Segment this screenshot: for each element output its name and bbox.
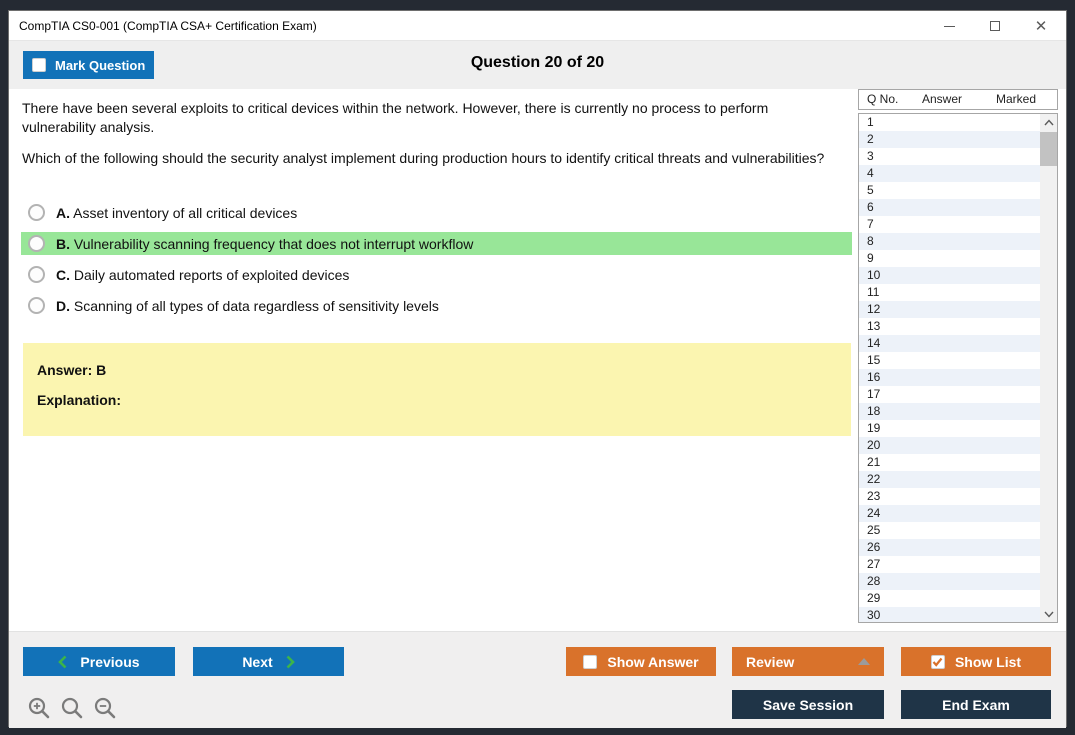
end-exam-label: End Exam <box>942 696 1010 713</box>
table-row[interactable]: 23 <box>859 488 1040 505</box>
table-row[interactable]: 20 <box>859 437 1040 454</box>
table-row[interactable]: 26 <box>859 539 1040 556</box>
option-text: B. Vulnerability scanning frequency that… <box>56 235 474 252</box>
table-row[interactable]: 3 <box>859 148 1040 165</box>
table-row[interactable]: 22 <box>859 471 1040 488</box>
header-bar: Mark Question Question 20 of 20 <box>9 41 1066 89</box>
answer-label: Answer: B <box>37 362 107 378</box>
table-row[interactable]: 2 <box>859 131 1040 148</box>
table-row[interactable]: 10 <box>859 267 1040 284</box>
mark-question-button[interactable]: Mark Question <box>23 51 154 79</box>
question-paragraph: Which of the following should the securi… <box>22 150 825 166</box>
show-answer-checkbox[interactable] <box>583 654 598 669</box>
review-button[interactable]: Review <box>732 647 884 676</box>
table-row[interactable]: 7 <box>859 216 1040 233</box>
question-counter: Question 20 of 20 <box>470 54 605 71</box>
previous-label: Previous <box>80 653 140 670</box>
table-row[interactable]: 24 <box>859 505 1040 522</box>
table-row[interactable]: 18 <box>859 403 1040 420</box>
question-list-scrollbar[interactable] <box>1040 114 1057 622</box>
chevron-left-icon <box>58 655 67 668</box>
save-session-button[interactable]: Save Session <box>732 690 884 719</box>
table-row[interactable]: 11 <box>859 284 1040 301</box>
next-button[interactable]: Next <box>193 647 344 676</box>
question-text: There have been several exploits to crit… <box>22 99 827 180</box>
answer-option-c[interactable]: C. Daily automated reports of exploited … <box>21 263 852 286</box>
table-row[interactable]: 5 <box>859 182 1040 199</box>
zoom-tools <box>27 696 117 720</box>
mark-question-label: Mark Question <box>55 57 146 73</box>
table-row[interactable]: 13 <box>859 318 1040 335</box>
show-list-label: Show List <box>954 653 1022 670</box>
show-answer-label: Show Answer <box>607 653 699 670</box>
radio-button[interactable] <box>28 235 45 252</box>
mark-question-checkbox[interactable] <box>32 58 46 72</box>
answer-option-a[interactable]: A. Asset inventory of all critical devic… <box>21 201 852 224</box>
table-row[interactable]: 27 <box>859 556 1040 573</box>
column-header-marked: Marked <box>996 92 1037 106</box>
show-list-checkbox[interactable] <box>930 654 945 669</box>
option-text: A. Asset inventory of all critical devic… <box>56 204 298 221</box>
show-list-button[interactable]: Show List <box>901 647 1051 676</box>
scroll-down-icon[interactable] <box>1040 606 1057 622</box>
end-exam-button[interactable]: End Exam <box>901 690 1051 719</box>
table-row[interactable]: 21 <box>859 454 1040 471</box>
scroll-up-icon[interactable] <box>1040 114 1057 130</box>
show-answer-button[interactable]: Show Answer <box>566 647 716 676</box>
table-row[interactable]: 29 <box>859 590 1040 607</box>
table-row[interactable]: 15 <box>859 352 1040 369</box>
question-list-panel: Q No. Answer Marked 1 2 3 4 5 6 7 8 9 10 11 12 13 14 1… <box>858 89 1058 631</box>
maximize-icon[interactable] <box>972 11 1018 41</box>
main-content: There have been several exploits to crit… <box>9 89 1066 631</box>
previous-button[interactable]: Previous <box>23 647 175 676</box>
zoom-in-icon[interactable] <box>27 696 51 720</box>
table-row[interactable]: 6 <box>859 199 1040 216</box>
zoom-out-icon[interactable] <box>93 696 117 720</box>
app-window: CompTIA CS0-001 (CompTIA CSA+ Certificat… <box>8 10 1067 728</box>
review-label: Review <box>746 653 795 670</box>
table-row[interactable]: 4 <box>859 165 1040 182</box>
table-row[interactable]: 1 <box>859 114 1040 131</box>
table-row[interactable]: 12 <box>859 301 1040 318</box>
answer-option-b[interactable]: B. Vulnerability scanning frequency that… <box>21 232 852 255</box>
question-paragraph: There have been several exploits to crit… <box>22 100 769 135</box>
table-row[interactable]: 28 <box>859 573 1040 590</box>
table-row[interactable]: 19 <box>859 420 1040 437</box>
table-row[interactable]: 17 <box>859 386 1040 403</box>
checkmark-icon <box>933 657 943 667</box>
table-row[interactable]: 16 <box>859 369 1040 386</box>
answer-explanation-box: Answer: B Explanation: <box>23 343 851 436</box>
scrollbar-thumb[interactable] <box>1040 132 1057 166</box>
radio-button[interactable] <box>28 297 45 314</box>
radio-button[interactable] <box>28 204 45 221</box>
column-header-answer: Answer <box>922 92 963 106</box>
title-bar: CompTIA CS0-001 (CompTIA CSA+ Certificat… <box>9 11 1066 41</box>
save-session-label: Save Session <box>762 696 854 713</box>
question-list: 1 2 3 4 5 6 7 8 9 10 11 12 13 14 15 16 17 18 19 20 21 22 23 24 2… <box>858 113 1058 623</box>
triangle-up-icon <box>858 658 870 665</box>
footer-bar: Previous Next Show Answer Review Show Li… <box>9 631 1066 728</box>
table-row[interactable]: 14 <box>859 335 1040 352</box>
chevron-right-icon <box>286 655 295 668</box>
table-row[interactable]: 25 <box>859 522 1040 539</box>
minimize-icon[interactable] <box>926 11 972 41</box>
table-row[interactable]: 8 <box>859 233 1040 250</box>
question-list-header: Q No. Answer Marked <box>858 89 1058 110</box>
question-list-rows: 1 2 3 4 5 6 7 8 9 10 11 12 13 14 15 16 17 18 19 20 21 22 23 24 2… <box>859 114 1040 622</box>
window-title: CompTIA CS0-001 (CompTIA CSA+ Certificat… <box>19 19 317 33</box>
table-row[interactable]: 9 <box>859 250 1040 267</box>
next-label: Next <box>242 653 273 670</box>
zoom-reset-icon[interactable] <box>60 696 84 720</box>
option-text: C. Daily automated reports of exploited … <box>56 266 350 283</box>
answer-options: A. Asset inventory of all critical devic… <box>21 201 852 325</box>
column-header-qno: Q No. <box>867 92 899 106</box>
window-controls: ✕ <box>926 11 1064 41</box>
answer-option-d[interactable]: D. Scanning of all types of data regardl… <box>21 294 852 317</box>
table-row[interactable]: 30 <box>859 607 1040 622</box>
explanation-label: Explanation: <box>37 392 122 408</box>
option-text: D. Scanning of all types of data regardl… <box>56 297 439 314</box>
radio-button[interactable] <box>28 266 45 283</box>
close-icon[interactable]: ✕ <box>1018 11 1064 41</box>
